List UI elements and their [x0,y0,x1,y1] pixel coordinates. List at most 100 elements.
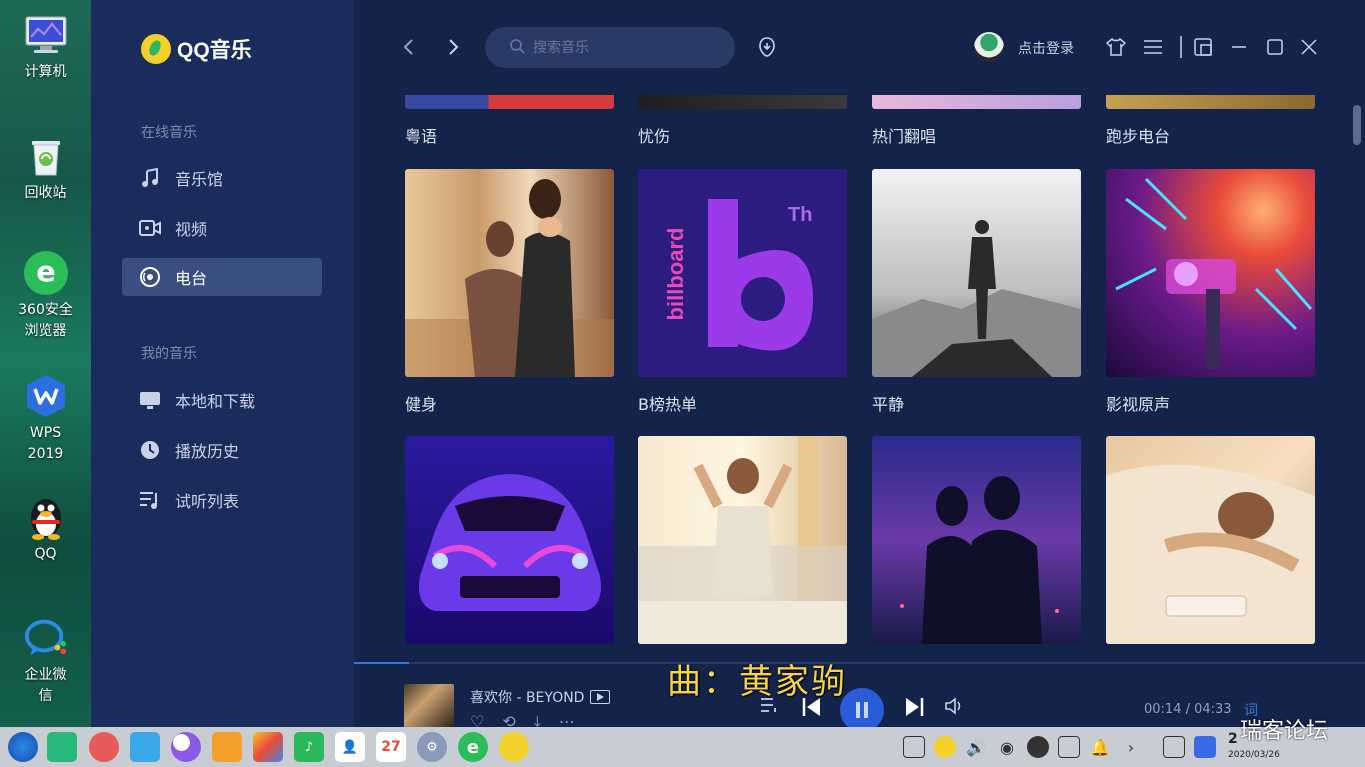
multitask-icon[interactable] [47,732,77,762]
sidebar-item-playlist[interactable]: 试听列表 [122,481,322,519]
desktop-icon-360-browser[interactable]: e 360安全 浏览器 [0,250,91,342]
music-player-icon[interactable]: ♪ [294,732,324,762]
card-running-image[interactable] [1106,95,1315,109]
card-sad-image[interactable] [638,95,847,109]
card-sleep[interactable] [1106,436,1315,644]
app-store-icon[interactable] [212,732,242,762]
sidebar: QQ音乐 在线音乐 音乐馆 视频 电台 我的音乐 本地和下载 播放历史 试听列表 [91,0,354,727]
menu-icon[interactable] [1142,36,1164,58]
expand-tray-icon[interactable]: › [1120,736,1142,758]
notification-bell-icon[interactable]: 🔔 [1089,736,1111,758]
sidebar-item-video[interactable]: 视频 [122,209,322,247]
card-caption: 平静 [872,395,905,414]
desktop-icon-label: 回收站 [24,185,67,201]
section-title-mine: 我的音乐 [141,346,197,362]
browser-360-taskbar-icon[interactable]: e [458,732,488,762]
card-calm[interactable]: 平静 [872,169,1081,415]
battery-icon[interactable] [1058,736,1080,758]
sidebar-item-label: 音乐馆 [175,170,224,189]
maximize-icon[interactable] [1264,36,1286,58]
card-hot-cover-image[interactable] [872,95,1081,109]
lyric-part-name: 黄家驹 [739,662,847,702]
app-logo: QQ音乐 [141,34,252,64]
back-button[interactable] [398,36,420,58]
card-woman-window[interactable] [638,436,847,644]
mv-icon[interactable] [590,690,611,704]
card-soundtrack[interactable]: 影视原声 [1106,169,1315,415]
card-caption[interactable]: 忧伤 [638,123,670,147]
listen-recognize-button[interactable] [756,36,778,58]
desktop-icon-computer[interactable]: 计算机 [0,12,91,83]
sidebar-item-label: 试听列表 [175,492,240,511]
history-clock-icon [139,439,161,461]
search-box[interactable] [485,27,735,68]
qq-music-tray-icon[interactable] [934,736,956,758]
launcher-icon[interactable] [8,732,38,762]
card-billboard[interactable]: billboard Th B榜热单 [638,169,847,415]
avatar[interactable] [974,32,1004,62]
desktop-icon-qq[interactable]: QQ [0,494,91,565]
album-cover[interactable] [404,684,454,729]
desktop-icon-recycle-bin[interactable]: 回收站 [0,133,91,204]
qq-music-taskbar-icon[interactable] [499,732,529,762]
song-title[interactable]: 喜欢你 - BEYOND [470,687,611,707]
card-car[interactable] [405,436,614,644]
desktop-show-icon[interactable] [1194,736,1216,758]
browser-icon[interactable] [171,732,201,762]
screen-record-icon[interactable] [89,732,119,762]
qq-music-window: QQ音乐 在线音乐 音乐馆 视频 电台 我的音乐 本地和下载 播放历史 试听列表 [91,0,1365,732]
card-caption[interactable]: 跑步电台 [1106,123,1170,147]
car-image [405,436,614,644]
playlist-icon [139,489,161,511]
file-manager-icon[interactable] [130,732,160,762]
sidebar-item-history[interactable]: 播放历史 [122,431,322,469]
scrollbar-thumb[interactable] [1353,105,1361,145]
desktop-lyric[interactable]: 曲：黄家驹 [667,654,847,703]
pen-icon[interactable] [1027,736,1049,758]
image-viewer-icon[interactable] [253,732,283,762]
qq-penguin-icon [23,494,69,540]
browser-360-icon: e [23,250,69,296]
sidebar-item-music-hall[interactable]: 音乐馆 [122,159,322,197]
clock-date: 2020/03/26 [1228,750,1280,760]
login-link[interactable]: 点击登录 [1018,38,1074,58]
keyboard-layout-icon[interactable] [1163,736,1185,758]
billboard-text: billboard [663,228,688,321]
card-fitness[interactable]: 健身 [405,169,614,415]
desktop-icon-label: 计算机 [24,64,67,80]
next-icon[interactable] [904,696,926,718]
calm-image [872,169,1081,377]
settings-gear-icon[interactable]: ⚙ [417,732,447,762]
card-caption[interactable]: 粤语 [405,123,437,147]
forward-button[interactable] [442,36,464,58]
search-icon [509,38,525,58]
card-couple[interactable] [872,436,1081,644]
progress-bar[interactable] [354,662,409,664]
desktop-icon-wecom[interactable]: 企业微 信 [0,615,91,707]
sidebar-item-local-download[interactable]: 本地和下载 [122,381,322,419]
card-caption[interactable]: 热门翻唱 [872,123,936,147]
close-icon[interactable] [1298,36,1320,58]
keyboard-icon[interactable] [903,736,925,758]
radio-grid: 粤语 忧伤 热门翻唱 跑步电台 健身 billboard Th B榜热单 平静 … [354,95,1365,662]
qq-music-logo-icon [141,34,171,64]
volume-tray-icon[interactable]: 🔊 [965,736,987,758]
volume-icon[interactable] [944,696,966,716]
play-time: 00:14 / 04:33 [1144,702,1232,717]
contacts-icon[interactable]: 👤 [335,732,365,762]
wifi-icon[interactable]: ◉ [996,736,1018,758]
desktop-icon-label: QQ [34,546,57,562]
skin-shirt-icon[interactable] [1105,36,1127,58]
sidebar-item-label: 播放历史 [175,442,240,461]
lyric-part-label: 曲： [667,662,739,702]
sidebar-item-radio[interactable]: 电台 [122,258,322,296]
minimize-icon[interactable] [1228,36,1250,58]
desktop-icon-wps[interactable]: WPS 2019 [0,373,91,465]
card-cantonese-image[interactable] [405,95,614,109]
desktop-icon-label: 360安全 浏览器 [18,302,73,339]
search-input[interactable] [533,39,723,56]
sidebar-item-label: 本地和下载 [175,392,256,411]
mini-mode-icon[interactable] [1192,36,1214,58]
calendar-icon[interactable]: 27 [376,732,406,762]
watermark: 瑞客论坛 [1240,719,1329,744]
